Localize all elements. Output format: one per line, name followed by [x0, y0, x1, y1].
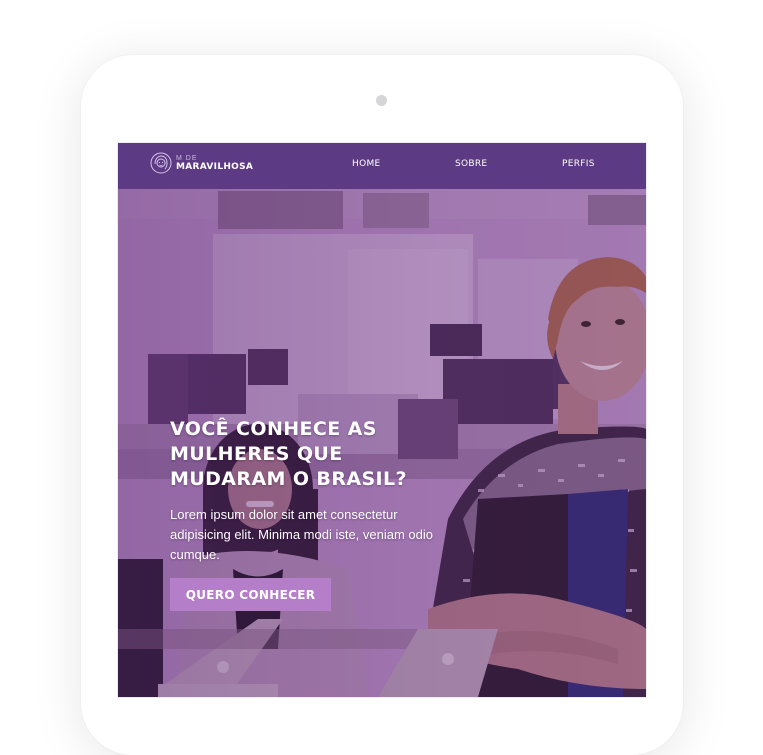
woman-face-icon: [150, 152, 172, 174]
hero-section: VOCÊ CONHECE AS MULHERES QUE MUDARAM O B…: [118, 189, 646, 697]
quero-conhecer-button[interactable]: QUERO CONHECER: [170, 578, 331, 611]
nav-perfis[interactable]: PERFIS: [562, 159, 595, 169]
top-navigation-bar: M DE MARAVILHOSA HOME SOBRE PERFIS: [118, 143, 646, 189]
brand-prefix: M DE: [176, 154, 198, 162]
camera-icon: [376, 95, 387, 106]
brand-name: MARAVILHOSA: [176, 161, 254, 172]
hero-headline: VOCÊ CONHECE AS MULHERES QUE MUDARAM O B…: [170, 417, 490, 492]
headline-line-2: MULHERES QUE: [170, 443, 343, 465]
screen: M DE MARAVILHOSA HOME SOBRE PERFIS VOCÊ …: [118, 143, 646, 697]
headline-line-3: MUDARAM O BRASIL?: [170, 468, 407, 490]
hero-lead-text: Lorem ipsum dolor sit amet consectetur a…: [170, 507, 434, 562]
headline-line-1: VOCÊ CONHECE AS: [170, 418, 377, 440]
nav-home[interactable]: HOME: [352, 159, 381, 169]
nav-sobre[interactable]: SOBRE: [455, 159, 487, 169]
brand-logo[interactable]: M DE MARAVILHOSA: [150, 152, 253, 174]
